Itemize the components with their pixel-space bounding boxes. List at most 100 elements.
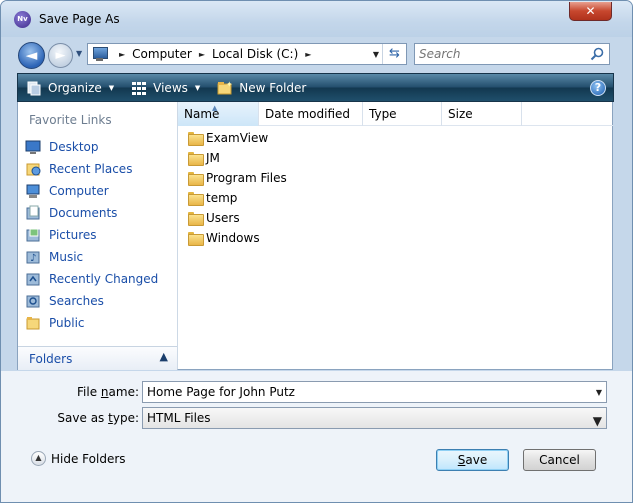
sidebar-item-computer[interactable]: Computer <box>18 180 177 202</box>
breadcrumb-separator-icon[interactable]: ► <box>199 50 205 59</box>
breadcrumb-computer[interactable]: Computer <box>132 47 192 61</box>
save-as-type-value: HTML Files <box>147 411 211 425</box>
organize-label: Organize <box>48 80 102 95</box>
save-as-type-select[interactable]: HTML Files ▼ <box>142 407 607 429</box>
cancel-button[interactable]: Cancel <box>523 449 596 471</box>
item-name: ExamView <box>206 131 269 145</box>
item-name: temp <box>206 191 238 205</box>
sidebar-item-recent-places[interactable]: Recent Places <box>18 158 177 180</box>
folders-label: Folders <box>29 352 73 366</box>
list-item[interactable]: JM <box>178 148 613 168</box>
refresh-icon[interactable]: ⇆ <box>382 44 406 64</box>
save-as-type-label: Save as type: <box>57 411 139 425</box>
column-header-name[interactable]: ▲ Name <box>178 102 259 126</box>
sidebar-item-label: Desktop <box>49 140 99 154</box>
search-icon[interactable] <box>590 47 604 61</box>
computer-icon <box>90 45 112 63</box>
title-bar: Nv Save Page As ✕ <box>1 1 632 37</box>
sidebar-item-pictures[interactable]: Pictures <box>18 224 177 246</box>
sidebar-item-label: Music <box>49 250 84 264</box>
hide-folders-button[interactable]: ▲ Hide Folders <box>31 451 126 466</box>
chevron-down-icon: ▼ <box>108 83 115 92</box>
chevron-down-icon[interactable]: ▼ <box>589 414 602 428</box>
list-item[interactable]: temp <box>178 188 613 208</box>
column-header-date-modified[interactable]: Date modified <box>259 102 363 126</box>
folders-toggle[interactable]: Folders ▲ <box>18 346 177 370</box>
help-icon[interactable]: ? <box>590 80 606 96</box>
chevron-down-icon: ▼ <box>194 83 201 92</box>
list-item[interactable]: Users <box>178 208 613 228</box>
sidebar-item-label: Computer <box>49 184 109 198</box>
chevron-up-icon[interactable]: ▲ <box>160 350 168 363</box>
organize-button[interactable]: Organize ▼ <box>18 74 123 101</box>
sidebar-item-desktop[interactable]: Desktop <box>18 136 177 158</box>
public-icon <box>26 317 40 330</box>
favorite-links-heading: Favorite Links <box>29 113 112 127</box>
save-button[interactable]: Save <box>436 449 509 471</box>
new-folder-button[interactable]: ✦ New Folder <box>209 74 315 101</box>
close-button[interactable]: ✕ <box>569 2 612 21</box>
new-folder-icon: ✦ <box>217 80 233 94</box>
column-header-label: Date modified <box>265 107 351 121</box>
address-dropdown-icon[interactable]: ▼ <box>373 50 379 59</box>
file-list-pane: ▲ Name Date modified Type Size ExamView … <box>177 102 613 370</box>
sidebar-item-label: Public <box>49 316 85 330</box>
sidebar-item-documents[interactable]: Documents <box>18 202 177 224</box>
command-toolbar: Organize ▼ Views ▼ ✦ New Folder ? <box>17 73 614 102</box>
favorite-links-list: Desktop Recent Places Computer Documents… <box>18 136 177 334</box>
sidebar-item-public[interactable]: Public <box>18 312 177 334</box>
window-title: Save Page As <box>39 12 120 26</box>
svg-text:✦: ✦ <box>226 80 233 89</box>
file-list: ExamView JM Program Files temp Users Win… <box>178 128 613 248</box>
folder-icon <box>187 171 204 186</box>
sidebar-item-searches[interactable]: Searches <box>18 290 177 312</box>
sidebar-item-label: Searches <box>49 294 104 308</box>
folder-icon <box>187 151 204 166</box>
forward-button[interactable]: ► <box>48 43 73 68</box>
hide-folders-label: Hide Folders <box>51 451 126 466</box>
address-bar[interactable]: ► Computer ► Local Disk (C:) ► ▼ ⇆ <box>87 43 407 65</box>
organize-icon <box>27 81 41 95</box>
folder-icon <box>187 131 204 146</box>
searches-icon <box>26 295 40 308</box>
chevron-down-icon[interactable]: ▼ <box>596 388 602 397</box>
folder-icon <box>187 231 204 246</box>
browser-app-icon: Nv <box>14 11 31 28</box>
views-button[interactable]: Views ▼ <box>123 74 209 101</box>
documents-icon <box>26 205 40 220</box>
list-item[interactable]: Windows <box>178 228 613 248</box>
list-item[interactable]: ExamView <box>178 128 613 148</box>
item-name: Users <box>206 211 240 225</box>
column-header-size[interactable]: Size <box>442 102 522 126</box>
column-header-type[interactable]: Type <box>363 102 442 126</box>
breadcrumb-separator-icon[interactable]: ► <box>119 50 125 59</box>
sidebar-item-recently-changed[interactable]: Recently Changed <box>18 268 177 290</box>
sidebar-item-label: Recently Changed <box>49 272 159 286</box>
views-icon <box>132 81 147 95</box>
sort-ascending-icon: ▲ <box>212 104 218 112</box>
desktop-icon <box>25 140 41 154</box>
recent-places-icon <box>26 163 41 176</box>
recent-pages-dropdown-icon[interactable]: ▼ <box>76 49 82 58</box>
navigation-bar: ◄ ► ▼ ► Computer ► Local Disk (C:) ► ▼ ⇆ <box>1 37 632 71</box>
music-icon: ♪ <box>26 251 40 264</box>
sidebar-item-music[interactable]: ♪ Music <box>18 246 177 268</box>
folder-icon <box>187 211 204 226</box>
svg-text:♪: ♪ <box>30 253 36 264</box>
breadcrumb-separator-icon[interactable]: ► <box>305 50 311 59</box>
file-name-combo[interactable]: ▼ <box>142 381 607 403</box>
chevron-up-icon: ▲ <box>31 451 46 466</box>
search-box[interactable] <box>414 43 610 65</box>
back-button[interactable]: ◄ <box>18 42 45 69</box>
save-page-as-dialog: Nv Save Page As ✕ ◄ ► ▼ ► Computer ► Loc… <box>0 0 633 503</box>
breadcrumb-local-disk[interactable]: Local Disk (C:) <box>212 47 298 61</box>
save-options-panel: File name: ▼ Save as type: HTML Files ▼ … <box>1 371 632 502</box>
new-folder-label: New Folder <box>239 80 307 95</box>
sidebar-item-label: Pictures <box>49 228 97 242</box>
list-item[interactable]: Program Files <box>178 168 613 188</box>
search-input[interactable] <box>419 46 589 62</box>
file-name-field[interactable] <box>143 383 606 401</box>
item-name: JM <box>206 151 220 165</box>
item-name: Program Files <box>206 171 287 185</box>
sidebar-item-label: Recent Places <box>49 162 133 176</box>
